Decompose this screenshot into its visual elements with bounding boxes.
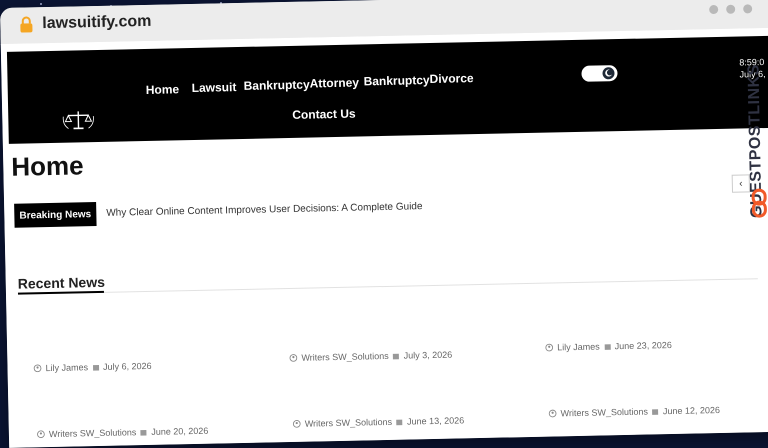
calendar-icon bbox=[396, 418, 403, 425]
calendar-icon bbox=[92, 364, 99, 371]
nav-divorce[interactable]: Divorce bbox=[429, 71, 473, 86]
user-icon bbox=[549, 409, 557, 417]
nav-bankruptcy[interactable]: Bankruptcy bbox=[244, 78, 310, 93]
post-meta: Writers SW_Solutions July 3, 2026 bbox=[289, 350, 452, 363]
post-date: June 23, 2026 bbox=[615, 340, 672, 351]
post-author[interactable]: Writers SW_Solutions bbox=[49, 427, 137, 439]
calendar-icon bbox=[393, 352, 400, 359]
lock-icon bbox=[18, 15, 34, 33]
user-icon bbox=[293, 420, 301, 428]
nav-bankruptcy-2[interactable]: Bankruptcy bbox=[363, 73, 429, 88]
user-icon bbox=[545, 343, 553, 351]
post-date: June 20, 2026 bbox=[151, 426, 208, 437]
post-author[interactable]: Lily James bbox=[45, 362, 88, 373]
heading-underline bbox=[18, 291, 104, 295]
post-author[interactable]: Writers SW_Solutions bbox=[301, 351, 389, 363]
user-icon bbox=[37, 430, 45, 438]
post-meta: Lily James June 23, 2026 bbox=[545, 340, 672, 353]
post-author[interactable]: Writers SW_Solutions bbox=[561, 407, 649, 419]
nav-home[interactable]: Home bbox=[146, 82, 180, 97]
window-dot-icon[interactable] bbox=[726, 5, 735, 14]
window-controls bbox=[709, 4, 752, 14]
user-icon bbox=[33, 364, 41, 372]
post-author[interactable]: Writers SW_Solutions bbox=[305, 417, 393, 429]
nav-lawsuit[interactable]: Lawsuit bbox=[192, 80, 237, 95]
calendar-icon bbox=[140, 429, 147, 436]
page-title: Home bbox=[11, 150, 84, 183]
post-meta: Writers SW_Solutions June 13, 2026 bbox=[293, 415, 465, 429]
address-url[interactable]: lawsuitify.com bbox=[42, 13, 151, 33]
calendar-icon bbox=[604, 343, 611, 350]
post-meta: Lily James July 6, 2026 bbox=[33, 361, 151, 373]
post-meta: Writers SW_Solutions June 20, 2026 bbox=[37, 426, 209, 440]
site-header: Home Lawsuit Bankruptcy Attorney Bankrup… bbox=[7, 36, 768, 144]
post-date: July 6, 2026 bbox=[103, 361, 152, 372]
post-meta: Writers SW_Solutions June 12, 2026 bbox=[549, 405, 721, 419]
post-author[interactable]: Lily James bbox=[557, 342, 600, 353]
chevron-left-icon: ‹ bbox=[739, 178, 743, 189]
window-dot-icon[interactable] bbox=[743, 4, 752, 13]
section-divider bbox=[18, 278, 758, 294]
window-dot-icon[interactable] bbox=[709, 5, 718, 14]
recent-news-heading: Recent News bbox=[18, 274, 105, 292]
ticker-prev-button[interactable]: ‹ bbox=[732, 174, 750, 192]
chain-link-icon bbox=[750, 188, 768, 218]
scales-of-justice-logo-icon[interactable] bbox=[62, 108, 94, 133]
nav-contact-us[interactable]: Contact Us bbox=[292, 107, 356, 122]
breaking-news-label: Breaking News bbox=[14, 202, 96, 228]
moon-icon bbox=[602, 67, 614, 79]
calendar-icon bbox=[652, 408, 659, 415]
post-date: July 3, 2026 bbox=[404, 350, 453, 361]
post-date: June 13, 2026 bbox=[407, 415, 464, 426]
user-icon bbox=[289, 354, 297, 362]
breaking-news-headline[interactable]: Why Clear Online Content Improves User D… bbox=[106, 201, 422, 219]
post-date: June 12, 2026 bbox=[663, 405, 720, 416]
nav-attorney[interactable]: Attorney bbox=[310, 75, 360, 90]
dark-mode-toggle[interactable] bbox=[581, 65, 617, 82]
web-page: Home Lawsuit Bankruptcy Attorney Bankrup… bbox=[1, 27, 768, 447]
browser-window: lawsuitify.com Home Lawsuit Bankruptcy A bbox=[0, 0, 768, 448]
